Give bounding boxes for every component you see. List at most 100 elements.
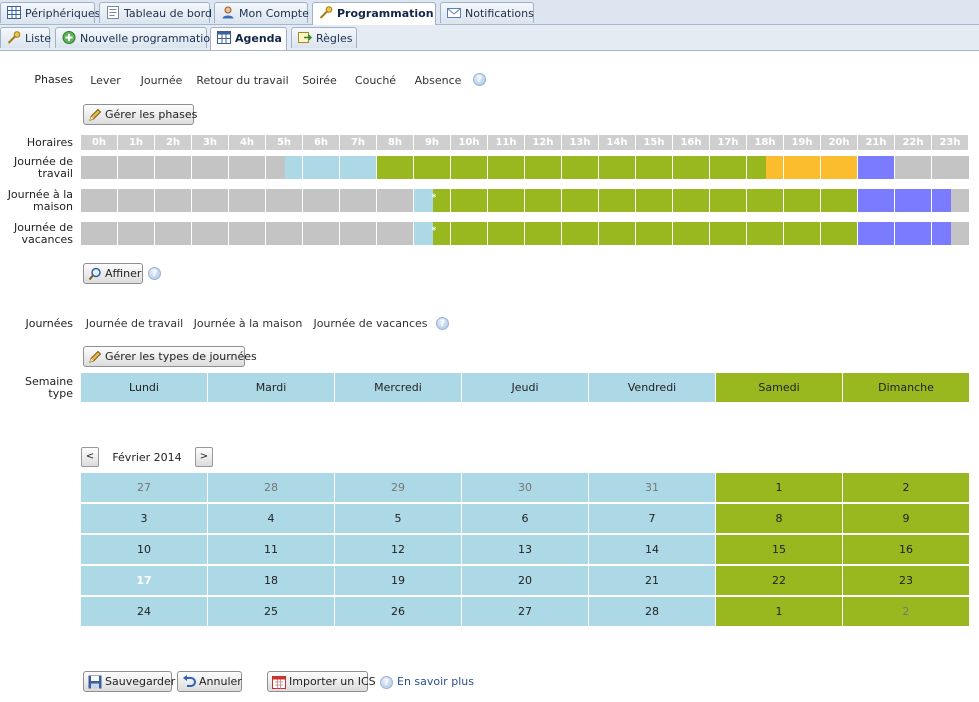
calendar-day[interactable]: 23 [843,566,970,596]
day-type-chip-maison[interactable]: Journée à la maison [192,309,304,338]
phase-segment[interactable] [81,189,414,212]
calendar-day[interactable]: 7 [589,504,716,534]
tab-notifications[interactable]: Notifications [440,2,534,23]
hour-separator [746,156,747,179]
calendar-day[interactable]: 27 [81,473,208,503]
calendar-day[interactable]: 26 [335,597,462,627]
phase-label: Journée [140,74,183,87]
calendar-day[interactable]: 10 [81,535,208,565]
phase-segment[interactable] [858,189,951,212]
calendar-day[interactable]: 22 [716,566,843,596]
hour-separator [376,222,377,245]
hour-separator [524,222,525,245]
calendar-day[interactable]: 11 [208,535,335,565]
calendar-day[interactable]: 6 [462,504,589,534]
phase-chip-soiree[interactable]: Soirée [296,66,343,95]
hour-separator [450,222,451,245]
calendar-day[interactable]: 8 [716,504,843,534]
calendar-day[interactable]: 19 [335,566,462,596]
calendar-day[interactable]: 4 [208,504,335,534]
save-button[interactable]: Sauvegarder [83,671,175,692]
calendar-day[interactable]: 12 [335,535,462,565]
phase-segment[interactable] [284,156,377,179]
calendar-day[interactable]: 1 [716,597,843,627]
calendar-day[interactable]: 16 [843,535,970,565]
week-day-0[interactable]: Lundi [81,373,208,402]
calendar-day[interactable]: 30 [462,473,589,503]
phase-segment[interactable] [950,222,969,245]
calendar-day[interactable]: 17 [81,566,208,596]
phase-segment[interactable] [432,222,858,245]
subtab-agenda[interactable]: Agenda [210,27,287,50]
subtab-nouvelle-programmation[interactable]: Nouvelle programmation [55,27,217,48]
hour-separator [191,222,192,245]
phase-segment[interactable] [765,156,858,179]
day-type-chip-vacances[interactable]: Journée de vacances [310,309,431,338]
phase-segment[interactable] [950,189,969,212]
calendar-day[interactable]: 13 [462,535,589,565]
calendar-day[interactable]: 25 [208,597,335,627]
phase-segment[interactable] [81,222,414,245]
calendar-day[interactable]: 15 [716,535,843,565]
calendar-day[interactable]: 28 [208,473,335,503]
phase-chip-couche[interactable]: Couché [349,66,402,95]
phase-chip-absence[interactable]: Absence [408,66,468,95]
learn-more-link[interactable]: En savoir plus [397,675,474,688]
tab-tableau-de-bord[interactable]: Tableau de bord [99,2,212,23]
phase-segment[interactable] [895,156,969,179]
month-label: Février 2014 [112,451,182,464]
hour-separator [413,189,414,212]
help-icon[interactable]: ? [436,317,449,330]
tab-peripheriques[interactable]: Périphériques [0,2,100,23]
phase-segment[interactable] [377,156,766,179]
phase-chip-lever[interactable]: Lever [83,66,128,95]
hour-separator [376,156,377,179]
phase-segment[interactable] [81,156,285,179]
manage-phases-button[interactable]: Gérer les phases [83,104,197,125]
tab-mon-compte[interactable]: Mon Compte [214,2,309,23]
phase-chip-retour-du-travail[interactable]: Retour du travail [195,66,290,95]
week-day-3[interactable]: Jeudi [462,373,589,402]
calendar-day[interactable]: 24 [81,597,208,627]
prev-month-button[interactable]: < [81,447,99,467]
tab-programmation[interactable]: Programmation [312,2,436,25]
phase-segment[interactable] [414,222,433,245]
calendar-day[interactable]: 29 [335,473,462,503]
calendar-day[interactable]: 1 [716,473,843,503]
calendar-day[interactable]: 14 [589,535,716,565]
next-month-button[interactable]: > [195,447,213,467]
calendar-day-number: 23 [899,574,913,587]
week-day-2[interactable]: Mercredi [335,373,462,402]
cancel-button[interactable]: Annuler [177,671,242,692]
calendar-day[interactable]: 2 [843,597,970,627]
week-day-5[interactable]: Samedi [716,373,843,402]
phase-segment[interactable] [858,156,895,179]
calendar-day[interactable]: 9 [843,504,970,534]
calendar-day[interactable]: 27 [462,597,589,627]
subtab-regles[interactable]: Règles [291,27,357,48]
help-icon[interactable]: ? [473,73,486,86]
calendar-day[interactable]: 31 [589,473,716,503]
calendar-day[interactable]: 18 [208,566,335,596]
week-day-label: Vendredi [627,381,677,394]
phase-chip-journee[interactable]: Journée [134,66,189,95]
week-day-1[interactable]: Mardi [208,373,335,402]
phase-segment[interactable] [414,189,433,212]
manage-day-types-button[interactable]: Gérer les types de journées [83,346,257,367]
help-icon[interactable]: ? [148,267,161,280]
calendar-day[interactable]: 3 [81,504,208,534]
phase-segment[interactable] [858,222,951,245]
subtab-liste[interactable]: Liste [0,27,51,48]
phase-segment[interactable] [432,189,858,212]
week-day-4[interactable]: Vendredi [589,373,716,402]
calendar-day[interactable]: 20 [462,566,589,596]
hour-separator [857,222,858,245]
import-ics-button[interactable]: Importer un ICS [267,671,376,692]
calendar-day[interactable]: 21 [589,566,716,596]
day-type-chip-travail[interactable]: Journée de travail [83,309,186,338]
calendar-day[interactable]: 2 [843,473,970,503]
calendar-day[interactable]: 5 [335,504,462,534]
week-day-6[interactable]: Dimanche [843,373,970,402]
calendar-day[interactable]: 28 [589,597,716,627]
refine-button[interactable]: Affiner [83,263,143,284]
